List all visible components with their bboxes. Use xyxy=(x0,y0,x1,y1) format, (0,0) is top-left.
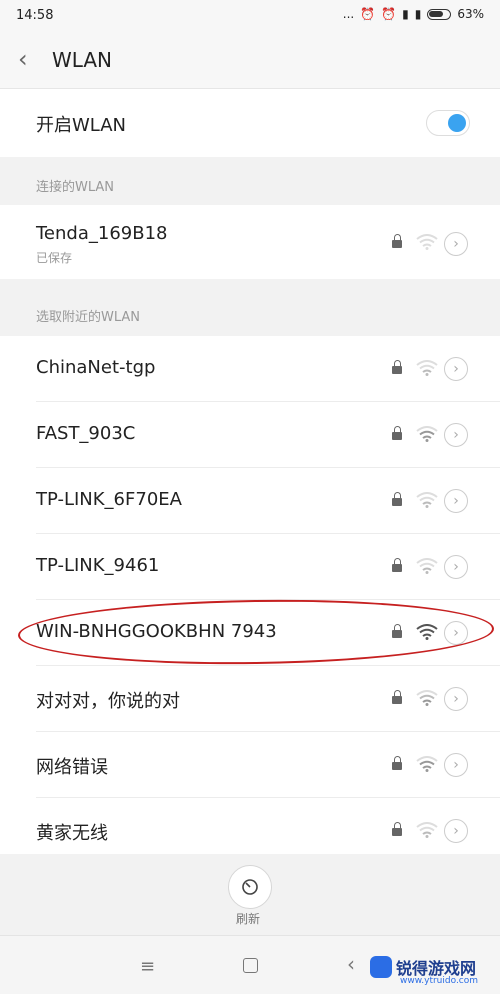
wifi-signal-icon xyxy=(416,360,438,376)
home-icon[interactable] xyxy=(243,958,258,973)
refresh-label: 刷新 xyxy=(236,912,261,926)
back-arrow-icon[interactable]: ‹ xyxy=(18,47,28,71)
network-detail-button[interactable]: › xyxy=(444,489,468,513)
network-detail-button[interactable]: › xyxy=(444,819,468,843)
connected-section-label: 连接的WLAN xyxy=(36,180,115,195)
network-row[interactable]: ChinaNet-tgp › xyxy=(0,336,500,402)
refresh-icon xyxy=(242,879,258,895)
network-detail-button[interactable]: › xyxy=(444,232,468,256)
alarm-icon: ⏰ xyxy=(381,7,397,21)
network-name: ChinaNet-tgp xyxy=(36,357,156,378)
wifi-signal-icon xyxy=(416,690,438,706)
watermark-logo-icon xyxy=(370,956,392,978)
wifi-signal-icon xyxy=(416,756,438,772)
wifi-signal-icon xyxy=(416,234,438,250)
network-detail-button[interactable]: › xyxy=(444,753,468,777)
status-bar: 14:58 ... ⏰ ⏰ ▮ ▮ 63% xyxy=(0,0,500,34)
network-status: 已保存 xyxy=(36,251,73,265)
lock-icon xyxy=(392,360,402,374)
refresh-button[interactable] xyxy=(228,865,272,909)
battery-icon xyxy=(427,8,452,20)
signal-icon: ▮ xyxy=(414,7,422,21)
menu-icon[interactable]: ≡ xyxy=(140,956,155,977)
network-name: TP-LINK_9461 xyxy=(36,555,160,576)
network-row[interactable]: 网络错误 › xyxy=(0,732,500,798)
wlan-toggle-row[interactable]: 开启WLAN xyxy=(0,89,500,157)
status-icons: ... ⏰ ⏰ ▮ ▮ 63% xyxy=(343,7,484,21)
page-title: WLAN xyxy=(52,48,113,72)
network-detail-button[interactable]: › xyxy=(444,687,468,711)
network-detail-button[interactable]: › xyxy=(444,555,468,579)
wlan-toggle-switch[interactable] xyxy=(426,110,470,136)
network-name: 黄家无线 xyxy=(36,823,108,844)
network-name: 网络错误 xyxy=(36,757,108,778)
header: ‹ WLAN xyxy=(0,34,500,89)
wifi-signal-icon xyxy=(416,558,438,574)
network-row[interactable]: FAST_903C › xyxy=(0,402,500,468)
alarm-off-icon: ⏰ xyxy=(360,7,376,21)
more-dots: ... xyxy=(342,7,355,21)
network-name: TP-LINK_6F70EA xyxy=(36,489,182,510)
wifi-signal-icon xyxy=(416,492,438,508)
toggle-knob xyxy=(448,114,466,132)
lock-icon xyxy=(392,492,402,506)
lock-icon xyxy=(392,234,402,248)
clock: 14:58 xyxy=(16,8,54,23)
network-name: FAST_903C xyxy=(36,423,136,444)
back-icon[interactable]: ‹ xyxy=(347,952,355,976)
signal-icon: ▮ xyxy=(402,7,409,21)
network-row[interactable]: TP-LINK_6F70EA › xyxy=(0,468,500,534)
network-detail-button[interactable]: › xyxy=(444,423,468,447)
wlan-toggle-label: 开启WLAN xyxy=(36,115,127,136)
lock-icon xyxy=(392,690,402,704)
wifi-signal-icon xyxy=(416,426,438,442)
network-name: Tenda_169B18 xyxy=(36,223,168,244)
network-name: 对对对，你说的对 xyxy=(36,691,180,712)
lock-icon xyxy=(392,558,402,572)
network-row[interactable]: 对对对，你说的对 › xyxy=(0,666,500,732)
lock-icon xyxy=(392,822,402,836)
watermark-url: www.ytruido.com xyxy=(400,976,479,986)
lock-icon xyxy=(392,756,402,770)
connected-network-row[interactable]: Tenda_169B18 已保存 › xyxy=(0,205,500,279)
battery-percent: 63% xyxy=(457,7,484,21)
network-detail-button[interactable]: › xyxy=(444,357,468,381)
network-row[interactable]: TP-LINK_9461 › xyxy=(0,534,500,600)
network-row[interactable]: 黄家无线 › xyxy=(0,798,500,854)
lock-icon xyxy=(392,426,402,440)
wifi-signal-icon xyxy=(416,822,438,838)
nearby-section-label: 选取附近的WLAN xyxy=(36,310,141,325)
